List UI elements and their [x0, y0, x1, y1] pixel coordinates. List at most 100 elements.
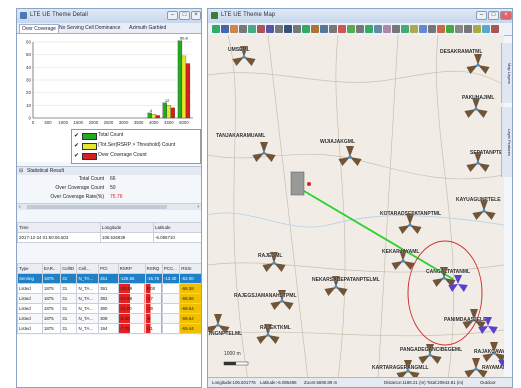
toolbar-tool-icon[interactable] — [248, 25, 256, 33]
site-label[interactable]: NEKARSABEPATANPTELML — [312, 277, 380, 283]
site-label[interactable]: UMSEML — [228, 47, 250, 53]
theme-map-window: LTE UE Theme Map – □ × 1000 m DESAKRAMAT… — [207, 8, 513, 388]
status-latitude: Latitude:-6.085495 — [260, 380, 297, 385]
side-tab-map-layers[interactable]: Map Layers — [501, 43, 512, 103]
tab-over-coverage[interactable]: Over Coverage — [19, 24, 59, 33]
table-row[interactable]: Listed 1875 31 N_TA... 308 -5.10 -8 -69.64 — [17, 313, 201, 324]
site-label[interactable]: PAKUHAJIML — [462, 95, 494, 101]
cell-value: 1875 — [43, 326, 54, 331]
table-row[interactable]: Listed 1875 31 N_TA... 194 -7.75 -21 -69.44 — [17, 323, 201, 334]
site-label[interactable]: KAYUAGUNPTELE — [456, 197, 501, 203]
cell-table-col[interactable]: PCI — [98, 263, 119, 274]
scroll-right-icon[interactable]: › — [197, 204, 199, 210]
site-label[interactable]: CANGALTATANML — [426, 269, 470, 275]
toolbar-tool-icon[interactable] — [302, 25, 310, 33]
cell-table-col[interactable]: RSRQ — [144, 263, 163, 274]
toolbar-tool-icon[interactable] — [284, 25, 292, 33]
cell-value: 251 — [100, 276, 108, 281]
toolbar-tool-icon[interactable] — [257, 25, 265, 33]
legend-check-icon[interactable]: ✔ — [74, 152, 79, 159]
toolbar-tool-icon[interactable] — [473, 25, 481, 33]
toolbar-tool-icon[interactable] — [221, 25, 229, 33]
map-window-title: LTE UE Theme Map — [221, 12, 276, 18]
sector-icon — [282, 301, 294, 310]
site-label[interactable]: PANIMDAASJELE — [444, 317, 486, 323]
legend-check-icon[interactable]: ✔ — [74, 142, 79, 149]
table-row[interactable]: Listed 1875 31 N_TA... 391 -26.39 8.00 -68.38 — [17, 283, 201, 294]
toolbar-tool-icon[interactable] — [329, 25, 337, 33]
toolbar-tool-icon[interactable] — [455, 25, 463, 33]
toolbar-tool-icon[interactable] — [266, 25, 274, 33]
toolbar-tool-icon[interactable] — [212, 25, 220, 33]
toolbar-tool-icon[interactable] — [419, 25, 427, 33]
toolbar-tool-icon[interactable] — [392, 25, 400, 33]
cell-table-col[interactable]: RSSI — [179, 263, 201, 274]
toolbar-tool-icon[interactable] — [437, 25, 445, 33]
table-row[interactable]: Listed 1875 31 N_TA... 390 -11.00 -19 -69.64 — [17, 303, 201, 314]
scroll-left-icon[interactable]: ‹ — [19, 204, 21, 210]
maximize-button[interactable]: □ — [179, 11, 190, 20]
minimize-button[interactable]: – — [167, 11, 178, 20]
site-label[interactable]: WIJIAJAKGML — [320, 139, 355, 145]
tab-no-serving-dominance[interactable]: No Serving Cell Dominance — [57, 24, 122, 32]
toolbar-tool-icon[interactable] — [275, 25, 283, 33]
site-label[interactable]: RAYAMAML — [482, 365, 504, 371]
toolbar-tool-icon[interactable] — [491, 25, 499, 33]
cell-table-col[interactable]: RSRP — [117, 263, 146, 274]
toolbar-tool-icon[interactable] — [239, 25, 247, 33]
cell-table-col[interactable]: Type — [17, 263, 43, 274]
site-label[interactable]: PANGADEGANCIBEGEML — [400, 347, 462, 353]
map-maximize-button[interactable]: □ — [488, 11, 499, 20]
toolbar-tool-icon[interactable] — [464, 25, 472, 33]
side-tab-layer-features[interactable]: Layer Features — [501, 107, 512, 177]
toolbar-tool-icon[interactable] — [230, 25, 238, 33]
map-canvas[interactable]: 1000 m DESAKRAMATML PAKUHAJIML TANJAKARAMU… — [208, 35, 504, 380]
toolbar-tool-icon[interactable] — [383, 25, 391, 33]
cell-table-col[interactable]: CellID — [60, 263, 78, 274]
close-button[interactable]: × — [191, 11, 201, 20]
stat-scrollbar[interactable]: ‹ › — [17, 203, 201, 210]
cell-table-col[interactable]: Cell... — [76, 263, 100, 274]
road — [377, 35, 399, 380]
toolbar-tool-icon[interactable] — [482, 25, 490, 33]
scroll-thumb[interactable] — [27, 205, 167, 209]
map-close-button[interactable]: × — [500, 11, 512, 20]
toolbar-tool-icon[interactable] — [446, 25, 454, 33]
statistical-result-header[interactable]: ⊟ Statistical Result — [17, 166, 201, 175]
toolbar-tool-icon[interactable] — [347, 25, 355, 33]
collapse-icon[interactable]: ⊟ — [19, 167, 23, 175]
site-label[interactable]: TNGNPTELML — [208, 331, 242, 337]
toolbar-tool-icon[interactable] — [356, 25, 364, 33]
site-label[interactable]: KOTARADSEPATANPTML — [380, 211, 441, 217]
site-label[interactable]: RAJAKCAWARML — [474, 349, 504, 355]
toolbar-tool-icon[interactable] — [428, 25, 436, 33]
map-minimize-button[interactable]: – — [476, 11, 487, 20]
cell-value: -13.40 — [163, 276, 177, 281]
toolbar-tool-icon[interactable] — [311, 25, 319, 33]
site-label[interactable]: RAJEGML — [258, 253, 282, 259]
toolbar-tool-icon[interactable] — [338, 25, 346, 33]
toolbar-tool-icon[interactable] — [410, 25, 418, 33]
site-label[interactable]: KEKARJAYAML — [382, 249, 419, 255]
cell-table-col[interactable]: PCC... — [161, 263, 181, 274]
tab-azimuth-garbled[interactable]: Azimuth Garbled — [127, 24, 168, 32]
site-label[interactable]: RAJEKTKML — [260, 325, 291, 331]
toolbar-tool-icon[interactable] — [320, 25, 328, 33]
toolbar-tool-icon[interactable] — [293, 25, 301, 33]
legend-check-icon[interactable]: ✔ — [74, 132, 79, 139]
site-label[interactable]: SEPATANPTELML — [470, 150, 504, 156]
table-row[interactable]: Listed 1875 31 N_TA... 392 -24.59 -27 -68.66 — [17, 293, 201, 304]
site-label[interactable]: KARTARAGERANGMLL — [372, 365, 429, 371]
sector-icon — [466, 163, 478, 172]
toolbar-tool-icon[interactable] — [365, 25, 373, 33]
site-label[interactable]: TANJAKARAMUAML — [216, 133, 265, 139]
chart-bar — [151, 114, 156, 119]
toolbar-tool-icon[interactable] — [374, 25, 382, 33]
table-row[interactable]: Serving 1875 31 N_TA... 251 -125.55 -15.76 -13.… — [17, 273, 201, 284]
site-label[interactable]: DESAKRAMATML — [440, 49, 482, 55]
table-cell: 8.00 — [144, 283, 163, 294]
cell-table-col[interactable]: EAR... — [41, 263, 62, 274]
cell-value: 194 — [100, 326, 108, 331]
site-label[interactable]: RAJEGSJAMANAHSTPML — [234, 293, 297, 299]
toolbar-tool-icon[interactable] — [401, 25, 409, 33]
